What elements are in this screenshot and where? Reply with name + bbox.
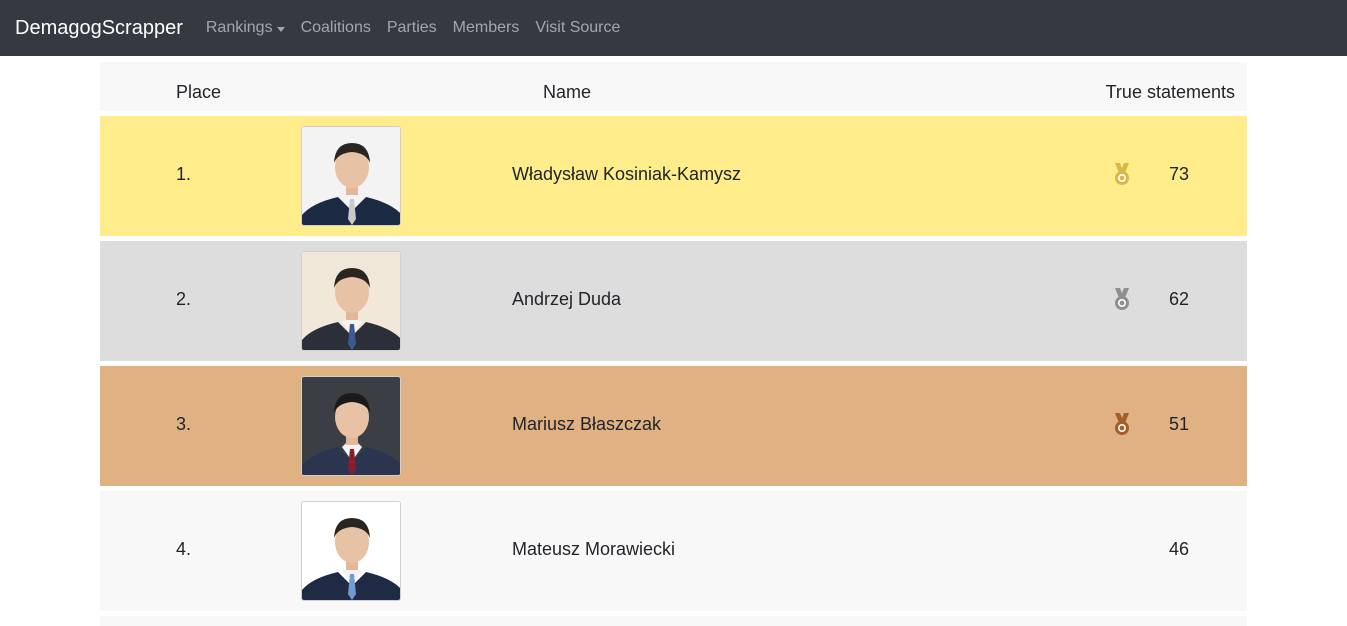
member-name[interactable]: Andrzej Duda (512, 289, 621, 310)
place-cell: 3. (176, 414, 192, 434)
table-header: Place Name True statements (100, 62, 1247, 111)
nav-parties[interactable]: Parties (387, 19, 437, 37)
table-row: 3. Mariusz Błaszczak 51 (100, 366, 1247, 486)
header-name: Name (543, 82, 592, 102)
member-name[interactable]: Mateusz Morawiecki (512, 539, 675, 560)
header-true-statements: True statements (1105, 82, 1235, 102)
nav-rankings-dropdown[interactable]: Rankings (206, 19, 285, 37)
member-name[interactable]: Mariusz Błaszczak (512, 414, 661, 435)
table-row: 2. Andrzej Duda 62 (100, 241, 1247, 361)
header-place: Place (176, 82, 222, 102)
place-cell: 4. (176, 539, 192, 559)
silver-medal-icon (1112, 287, 1132, 311)
gold-medal-icon (1112, 162, 1132, 186)
avatar (301, 376, 401, 476)
place-cell: 2. (176, 289, 192, 309)
table-row: 4. Mateusz Morawiecki 46 (100, 491, 1247, 611)
nav-members[interactable]: Members (453, 19, 520, 37)
top-navbar: DemagogScrapper Rankings Coalitions Part… (0, 0, 1347, 56)
table-row-partial (100, 616, 1247, 626)
avatar (301, 501, 401, 601)
table-row: 1. Władysław Kosiniak-Kamysz 73 (100, 116, 1247, 236)
true-statements-count: 46 (1169, 539, 1190, 559)
brand-link[interactable]: DemagogScrapper (15, 17, 183, 40)
caret-down-icon (276, 26, 285, 32)
place-cell: 1. (176, 164, 192, 184)
true-statements-count: 73 (1169, 164, 1190, 184)
true-statements-count: 51 (1169, 414, 1190, 434)
member-name[interactable]: Władysław Kosiniak-Kamysz (512, 164, 741, 185)
bronze-medal-icon (1112, 412, 1132, 436)
true-statements-count: 62 (1169, 289, 1190, 309)
nav-visit-source[interactable]: Visit Source (535, 19, 620, 37)
nav-coalitions[interactable]: Coalitions (301, 19, 371, 37)
nav-rankings-label: Rankings (205, 19, 273, 36)
avatar (301, 126, 401, 226)
avatar (301, 251, 401, 351)
